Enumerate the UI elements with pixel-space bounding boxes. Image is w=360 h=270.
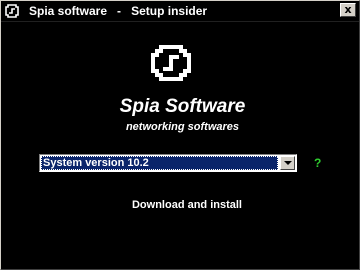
download-install-button[interactable]: Download and install <box>117 197 257 213</box>
title-bar[interactable]: Spia software - Setup insider x <box>1 1 359 22</box>
chevron-down-icon[interactable] <box>280 156 295 170</box>
client-area: Spia Software networking softwares Syste… <box>7 22 358 268</box>
window-title: Spia software - Setup insider <box>29 3 207 19</box>
title-app-name: Spia software <box>29 4 108 18</box>
version-select-value: System version 10.2 <box>41 156 278 170</box>
brand-name: Spia Software <box>119 96 246 117</box>
version-select[interactable]: System version 10.2 <box>39 154 297 172</box>
close-button[interactable]: x <box>340 3 356 17</box>
spia-logo-icon[interactable] <box>4 3 20 19</box>
close-icon: x <box>344 3 352 16</box>
help-link[interactable]: ? <box>314 155 324 171</box>
title-separator: - <box>117 4 122 18</box>
spia-logo <box>151 45 191 81</box>
brand-tagline: networking softwares <box>125 121 240 133</box>
setup-window: Spia software - Setup insider x Spia Sof… <box>0 0 360 270</box>
title-page-name: Setup insider <box>131 4 208 18</box>
